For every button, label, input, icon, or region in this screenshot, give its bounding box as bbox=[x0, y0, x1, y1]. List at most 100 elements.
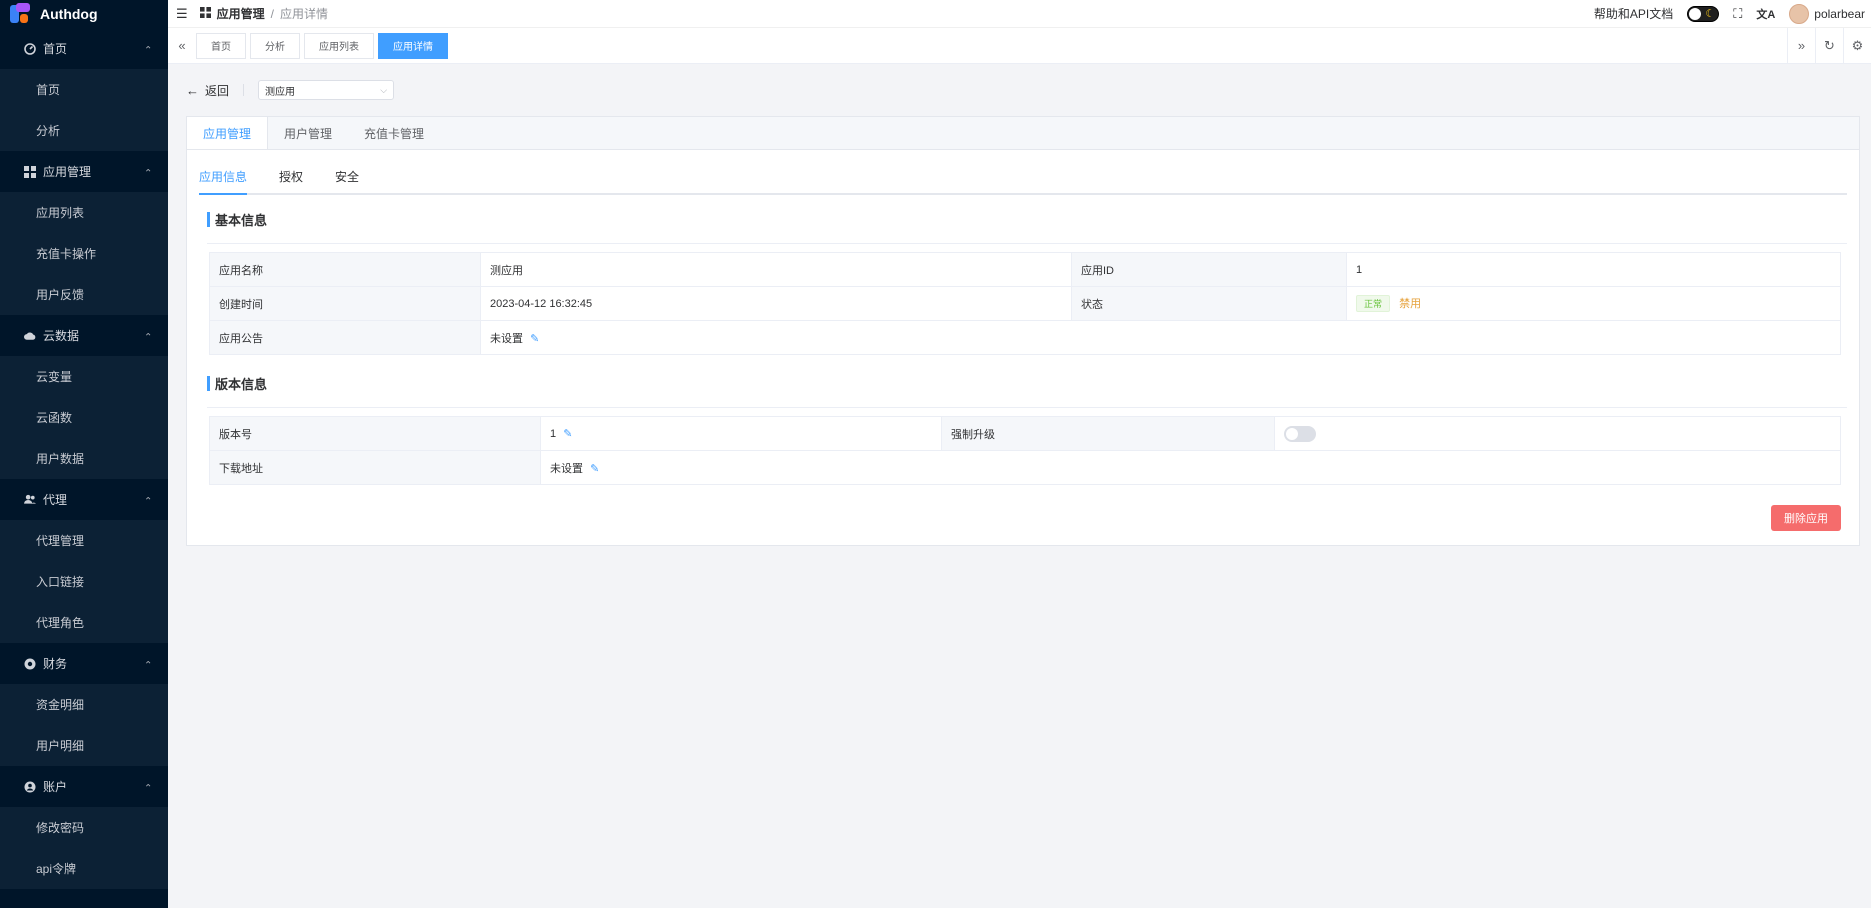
version-label: 版本号 bbox=[209, 416, 541, 451]
scroll-right-icon[interactable]: » bbox=[1787, 28, 1815, 63]
sidebar-item-agent-manage[interactable]: 代理管理 bbox=[0, 520, 168, 561]
chevron-up-icon: ⌄ bbox=[143, 658, 152, 669]
menu-group-cloud: 云数据 ⌄ 云变量 云函数 用户数据 bbox=[0, 315, 168, 479]
table-row: 应用名称 测应用 应用ID 1 bbox=[209, 252, 1841, 287]
sidebar-item-home[interactable]: 首页 bbox=[0, 69, 168, 110]
toggle-knob bbox=[1689, 7, 1702, 20]
edit-icon[interactable]: ✎ bbox=[530, 333, 539, 345]
detail-card: 应用管理 用户管理 充值卡管理 应用信息 授权 安全 基本信息 应用名称 测应用… bbox=[186, 116, 1860, 546]
menu-fold-icon[interactable]: ☰ bbox=[176, 6, 188, 22]
menu-cloud-data[interactable]: 云数据 ⌄ bbox=[0, 315, 168, 356]
force-upgrade-cell bbox=[1274, 416, 1841, 451]
top-header: ☰ 应用管理 / 应用详情 帮助和API文档 ☾ ⛶ 文A polarbear bbox=[168, 0, 1871, 28]
subtab-app-info[interactable]: 应用信息 bbox=[199, 168, 248, 195]
table-row: 下载地址 未设置 ✎ bbox=[209, 450, 1841, 485]
sidebar-item-cloud-var[interactable]: 云变量 bbox=[0, 356, 168, 397]
submenu-account: 修改密码 api令牌 bbox=[0, 807, 168, 889]
download-label: 下载地址 bbox=[209, 450, 541, 485]
tab-app-management[interactable]: 应用管理 bbox=[187, 117, 269, 149]
sub-tabs: 应用信息 授权 安全 bbox=[199, 162, 1847, 195]
menu-account[interactable]: 账户 ⌄ bbox=[0, 766, 168, 807]
status-cell: 正常 禁用 bbox=[1346, 286, 1841, 321]
back-button[interactable]: ← 返回 bbox=[186, 82, 229, 99]
app-name-label: 应用名称 bbox=[209, 252, 481, 287]
tab-analysis[interactable]: 分析 bbox=[250, 32, 300, 59]
tab-user-management[interactable]: 用户管理 bbox=[268, 117, 348, 149]
main-content: ← 返回 测应用 ⌵ 应用管理 用户管理 充值卡管理 应用信息 授权 安全 基本… bbox=[186, 64, 1860, 546]
tab-card-management[interactable]: 充值卡管理 bbox=[348, 117, 440, 149]
dark-mode-toggle[interactable]: ☾ bbox=[1687, 5, 1720, 22]
divider bbox=[243, 84, 245, 96]
cloud-icon bbox=[24, 330, 36, 342]
menu-app-management[interactable]: 应用管理 ⌄ bbox=[0, 151, 168, 192]
menu-app-label: 应用管理 bbox=[43, 165, 92, 179]
finance-icon bbox=[24, 658, 36, 670]
sidebar-item-recharge-card[interactable]: 充值卡操作 bbox=[0, 233, 168, 274]
user-menu[interactable]: polarbear bbox=[1789, 3, 1865, 24]
grid-icon bbox=[199, 6, 211, 21]
sidebar-item-feedback[interactable]: 用户反馈 bbox=[0, 274, 168, 315]
grid-icon bbox=[24, 165, 36, 178]
chevron-up-icon: ⌄ bbox=[143, 494, 152, 505]
section-version-label: 版本信息 bbox=[215, 376, 268, 392]
subtab-security[interactable]: 安全 bbox=[335, 168, 359, 193]
app-id-value: 1 bbox=[1346, 252, 1841, 287]
refresh-icon[interactable]: ↻ bbox=[1815, 28, 1843, 63]
disable-link[interactable]: 禁用 bbox=[1399, 298, 1421, 310]
table-row: 应用公告 未设置 ✎ bbox=[209, 320, 1841, 355]
menu-agent[interactable]: 代理 ⌄ bbox=[0, 479, 168, 520]
subtab-authorization[interactable]: 授权 bbox=[279, 168, 303, 193]
sidebar-item-fund-detail[interactable]: 资金明细 bbox=[0, 684, 168, 725]
main-tabs: 应用管理 用户管理 充值卡管理 bbox=[187, 117, 1859, 150]
section-divider bbox=[207, 243, 1847, 244]
sidebar-item-agent-role[interactable]: 代理角色 bbox=[0, 602, 168, 643]
chevron-up-icon: ⌄ bbox=[143, 781, 152, 792]
gear-icon[interactable]: ⚙ bbox=[1843, 28, 1871, 63]
menu-finance[interactable]: 财务 ⌄ bbox=[0, 643, 168, 684]
force-upgrade-switch[interactable] bbox=[1284, 425, 1316, 442]
help-docs-link[interactable]: 帮助和API文档 bbox=[1594, 5, 1673, 22]
section-basic-label: 基本信息 bbox=[215, 212, 268, 228]
logo[interactable]: Authdog bbox=[0, 0, 168, 28]
edit-icon[interactable]: ✎ bbox=[563, 428, 572, 440]
sidebar-item-cloud-func[interactable]: 云函数 bbox=[0, 397, 168, 438]
scroll-left-icon[interactable]: « bbox=[168, 28, 196, 63]
authdog-logo-icon bbox=[10, 3, 32, 25]
breadcrumb: 应用管理 / 应用详情 bbox=[199, 5, 328, 22]
tab-strip: « 首页 分析 应用列表 应用详情 » ↻ ⚙ bbox=[168, 28, 1871, 64]
menu-home[interactable]: 首页 ⌄ bbox=[0, 28, 168, 69]
submenu-app: 应用列表 充值卡操作 用户反馈 bbox=[0, 192, 168, 315]
sidebar-item-app-list[interactable]: 应用列表 bbox=[0, 192, 168, 233]
sidebar-item-api-token[interactable]: api令牌 bbox=[0, 848, 168, 889]
tab-app-detail[interactable]: 应用详情 bbox=[378, 32, 448, 59]
moon-icon: ☾ bbox=[1705, 7, 1716, 20]
chevron-up-icon: ⌄ bbox=[143, 43, 152, 54]
app-select[interactable]: 测应用 ⌵ bbox=[258, 80, 395, 100]
account-icon bbox=[24, 781, 36, 793]
sidebar-item-analysis[interactable]: 分析 bbox=[0, 110, 168, 151]
menu-home-label: 首页 bbox=[43, 42, 68, 56]
menu-agent-label: 代理 bbox=[43, 493, 68, 507]
delete-app-button[interactable]: 删除应用 bbox=[1771, 505, 1841, 531]
sidebar-item-user-data[interactable]: 用户数据 bbox=[0, 438, 168, 479]
notice-label: 应用公告 bbox=[209, 320, 481, 355]
sidebar-item-entry-link[interactable]: 入口链接 bbox=[0, 561, 168, 602]
edit-icon[interactable]: ✎ bbox=[590, 463, 599, 475]
created-value: 2023-04-12 16:32:45 bbox=[480, 286, 1072, 321]
section-version-title: 版本信息 bbox=[199, 359, 1847, 407]
section-divider bbox=[207, 407, 1847, 408]
menu-group-home: 首页 ⌄ 首页 分析 bbox=[0, 28, 168, 151]
avatar bbox=[1789, 3, 1810, 24]
breadcrumb-parent[interactable]: 应用管理 bbox=[217, 5, 265, 22]
sidebar: Authdog 首页 ⌄ 首页 分析 应用管理 ⌄ 应用列表 充值卡操作 用户反… bbox=[0, 0, 168, 908]
app-id-label: 应用ID bbox=[1071, 252, 1347, 287]
sidebar-item-user-detail[interactable]: 用户明细 bbox=[0, 725, 168, 766]
download-cell: 未设置 ✎ bbox=[540, 450, 1841, 485]
fullscreen-icon[interactable]: ⛶ bbox=[1733, 6, 1742, 22]
translate-icon[interactable]: 文A bbox=[1756, 6, 1775, 22]
tab-app-list[interactable]: 应用列表 bbox=[304, 32, 374, 59]
status-label: 状态 bbox=[1071, 286, 1347, 321]
menu-account-label: 账户 bbox=[43, 780, 68, 794]
tab-home[interactable]: 首页 bbox=[196, 32, 246, 59]
sidebar-item-change-password[interactable]: 修改密码 bbox=[0, 807, 168, 848]
